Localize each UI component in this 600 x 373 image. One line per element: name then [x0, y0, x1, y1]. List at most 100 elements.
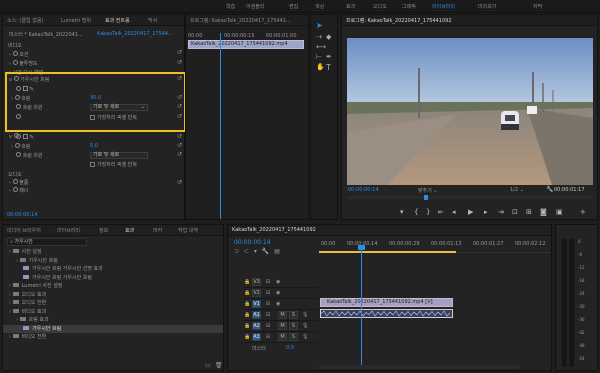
playhead[interactable] [220, 33, 221, 219]
lock-icon[interactable]: 🔒 [244, 290, 250, 296]
type-icon[interactable]: T [326, 63, 331, 72]
rect-mask-icon[interactable] [22, 86, 28, 91]
tab-markers[interactable]: 마커 [153, 227, 162, 234]
mic-icon[interactable]: 🎙 [302, 334, 308, 340]
go-in-icon[interactable]: } [426, 208, 430, 216]
pen-mask-icon[interactable]: ✎ [29, 86, 34, 93]
tree-item[interactable]: › 가우시안 흐림 [3, 257, 223, 265]
frame-back-icon[interactable]: ◂ [452, 208, 456, 216]
effect-opacity[interactable]: › 불투명도 [9, 60, 38, 68]
mute-button[interactable]: M [278, 333, 287, 341]
timeline-playhead-handle[interactable] [358, 245, 365, 250]
track-target-v3[interactable]: V3 [252, 278, 261, 286]
tab-lumetri-scopes[interactable]: Lumetri 범위 [61, 17, 91, 24]
tree-item[interactable]: › 흐림 효과 [3, 316, 223, 324]
stopwatch-icon[interactable] [14, 143, 20, 148]
tree-item[interactable]: › 사전 설정 [3, 248, 223, 256]
tree-item[interactable]: 가우시안 흐림 가우시안 흐림 [3, 274, 223, 282]
video-clip-v1[interactable]: KakaoTalk_20220417_175441092.mp4 [V] [320, 298, 453, 307]
menu-item[interactable]: 그래픽 [402, 3, 416, 10]
track-target-a1[interactable]: A1 [252, 311, 261, 319]
add-marker-icon[interactable]: ▾ [254, 248, 257, 255]
captions-icon[interactable]: ▤ [274, 248, 280, 255]
tab-effect-controls[interactable]: 효과 컨트롤 [105, 17, 130, 24]
menu-item[interactable]: 자막 [533, 3, 542, 10]
selection-tool-icon[interactable]: ➤ [316, 21, 323, 30]
tree-item[interactable]: 가우시안 흐림 가우시안 선명 효과 [3, 265, 223, 273]
add-button-icon[interactable]: + [580, 208, 586, 216]
pen-icon[interactable]: ✒ [326, 53, 332, 61]
lock-icon[interactable]: 🔒 [244, 301, 250, 307]
sync-lock-icon[interactable]: ⊟ [266, 312, 270, 318]
menu-item[interactable]: 편집 [289, 3, 298, 10]
track-target-v2[interactable]: V2 [252, 289, 261, 297]
timeline-timecode[interactable]: 00:00:00:14 [234, 239, 271, 246]
lock-icon[interactable]: 🔒 [244, 334, 250, 340]
slip-icon[interactable]: ⊢ [316, 53, 322, 61]
mute-button[interactable]: M [278, 311, 287, 319]
reset-icon[interactable]: ↺ [177, 142, 182, 149]
lift-icon[interactable]: ⊡ [512, 208, 518, 216]
frame-forward-icon[interactable]: ▸ [484, 208, 488, 216]
tree-item[interactable]: › 비디오 전환 [3, 333, 223, 341]
scrub-head[interactable] [424, 195, 428, 200]
tree-item-selected[interactable]: 가우시안 흐림 [3, 324, 223, 333]
scrub-bar[interactable] [347, 196, 593, 199]
play-icon[interactable]: ▶ [468, 208, 473, 216]
reset-icon[interactable]: ↺ [177, 113, 182, 120]
tab-libraries[interactable]: 라이브러리 [57, 227, 80, 234]
source-clip[interactable]: KakaoTalk_20220417_175441092.mp4 [188, 40, 304, 49]
wrench-icon[interactable]: 🔧 [546, 186, 553, 193]
effect-gaussian-blur[interactable]: v 가우시안 흐림 [9, 76, 49, 84]
stopwatch-icon[interactable] [16, 114, 21, 119]
reset-icon[interactable]: ↺ [177, 133, 182, 140]
tab-history[interactable]: 작업 내역 [178, 227, 198, 234]
quality-select[interactable]: 1/2 ⌄ [510, 187, 524, 193]
snap-icon[interactable]: ⊃ [234, 248, 239, 255]
ellipse-mask-icon[interactable] [16, 86, 21, 91]
razor-icon[interactable]: ◆ [326, 33, 331, 41]
sequence-clip-label[interactable]: KakaoTalk_20220417_17544... [97, 31, 173, 37]
tab-program[interactable]: 프로그램: KakaoTalk_20220417_175441092 [346, 17, 452, 24]
menu-item[interactable]: 효과 [346, 3, 355, 10]
comparison-icon[interactable]: ▣ [556, 208, 563, 216]
tree-item[interactable]: › 오디오 효과 [3, 291, 223, 299]
eye-icon[interactable]: ◉ [276, 301, 280, 307]
sync-lock-icon[interactable]: ⊟ [266, 334, 270, 340]
eye-icon[interactable]: ◉ [276, 279, 280, 285]
pen-mask-icon[interactable]: ✎ [29, 134, 34, 141]
sync-lock-icon[interactable]: ⊟ [266, 323, 270, 329]
work-area-bar[interactable] [319, 251, 456, 253]
stopwatch-icon[interactable] [16, 152, 21, 157]
panel-timecode[interactable]: 00:00:00:14 [7, 212, 38, 218]
reset-icon[interactable]: ↺ [177, 103, 182, 110]
new-folder-icon[interactable]: ▭ [205, 362, 211, 369]
menu-item[interactable]: 어셈블리 [246, 3, 264, 10]
audio-clip-a1[interactable] [320, 309, 453, 318]
timeline-playhead[interactable] [361, 245, 362, 369]
track-target-v1[interactable]: V1 [252, 300, 261, 308]
master-value[interactable]: 0.0 [286, 345, 294, 351]
tab-info[interactable]: 정보 [99, 227, 108, 234]
sync-lock-icon[interactable]: ⊟ [266, 279, 270, 285]
menu-item[interactable]: 오디오 [373, 3, 387, 10]
blur-dimension-select[interactable]: 가로 및 세로 ⌄ [90, 104, 148, 111]
export-frame-icon[interactable]: ◙ [540, 208, 547, 216]
hand-icon[interactable]: ✋ [316, 63, 325, 71]
ellipse-mask-icon[interactable] [16, 134, 21, 139]
solo-button[interactable]: S [289, 333, 298, 341]
effect-panner[interactable]: › 패너 [9, 187, 28, 195]
lock-icon[interactable]: 🔒 [244, 323, 250, 329]
mic-icon[interactable]: 🎙 [302, 312, 308, 318]
menu-item-active[interactable]: 라이브러리 [432, 3, 455, 10]
reset-icon[interactable]: ↺ [177, 94, 182, 101]
mark-out-icon[interactable]: { [414, 208, 418, 216]
fit-select[interactable]: 맞추기 ⌄ [418, 187, 438, 194]
program-timecode[interactable]: 00:00:00:14 [348, 187, 379, 193]
mic-icon[interactable]: 🎙 [302, 323, 308, 329]
mark-in-icon[interactable]: ▾ [400, 208, 404, 216]
search-input[interactable]: 가우시안 [14, 239, 32, 245]
reset-icon[interactable]: ↺ [177, 49, 182, 56]
sync-lock-icon[interactable]: ⊟ [266, 301, 270, 307]
eye-icon[interactable]: ◉ [276, 290, 280, 296]
